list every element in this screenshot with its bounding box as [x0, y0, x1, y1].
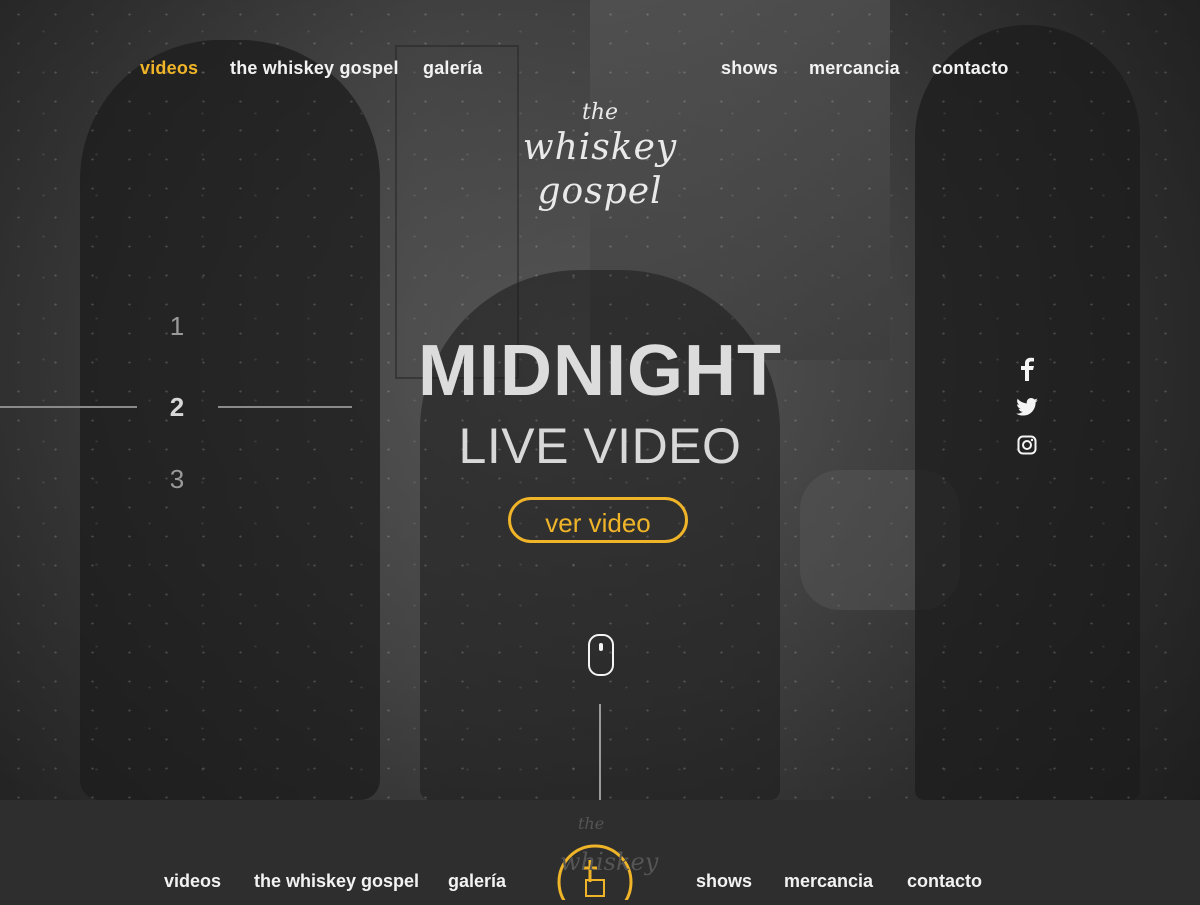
footer-link-videos[interactable]: videos	[164, 871, 221, 892]
footer-logo-line-the: the	[578, 814, 605, 833]
nav-link-the-whiskey-gospel[interactable]: the whiskey gospel	[230, 58, 399, 79]
instagram-icon[interactable]	[1014, 432, 1040, 458]
nav-link-shows[interactable]: shows	[721, 58, 778, 79]
slide-number-2[interactable]: 2	[157, 392, 197, 423]
watch-video-button[interactable]: ver video	[508, 497, 688, 543]
facebook-icon[interactable]	[1014, 356, 1040, 382]
logo-line-gospel: gospel	[537, 171, 663, 212]
footer-link-contacto[interactable]: contacto	[907, 871, 982, 892]
footer-logo[interactable]: the whiskey	[540, 810, 660, 905]
twitter-icon[interactable]	[1014, 394, 1040, 420]
slide-number-1[interactable]: 1	[157, 311, 197, 342]
nav-link-contacto[interactable]: contacto	[932, 58, 1009, 79]
band-logo[interactable]: the whiskey gospel	[520, 100, 680, 270]
scroll-mouse-wheel	[599, 643, 603, 651]
nav-link-mercancia[interactable]: mercancia	[809, 58, 900, 79]
footer-link-mercancia[interactable]: mercancia	[784, 871, 873, 892]
hero-subtitle: LIVE VIDEO	[458, 418, 742, 474]
slide-indicator-line-left	[0, 406, 137, 408]
footer-link-galeria[interactable]: galería	[448, 871, 506, 892]
nav-link-videos[interactable]: videos	[140, 58, 198, 79]
footer-link-shows[interactable]: shows	[696, 871, 752, 892]
hero-title: MIDNIGHT	[418, 331, 782, 411]
slide-number-3[interactable]: 3	[157, 464, 197, 495]
logo-line-the: the	[581, 100, 619, 125]
scroll-indicator-line	[599, 704, 601, 800]
nav-link-galeria[interactable]: galería	[423, 58, 482, 79]
logo-line-whiskey: whiskey	[522, 127, 678, 168]
scroll-mouse-icon[interactable]	[588, 634, 614, 676]
footer-link-the-whiskey-gospel[interactable]: the whiskey gospel	[254, 871, 419, 892]
footer-logo-line-whiskey: whiskey	[560, 848, 659, 876]
